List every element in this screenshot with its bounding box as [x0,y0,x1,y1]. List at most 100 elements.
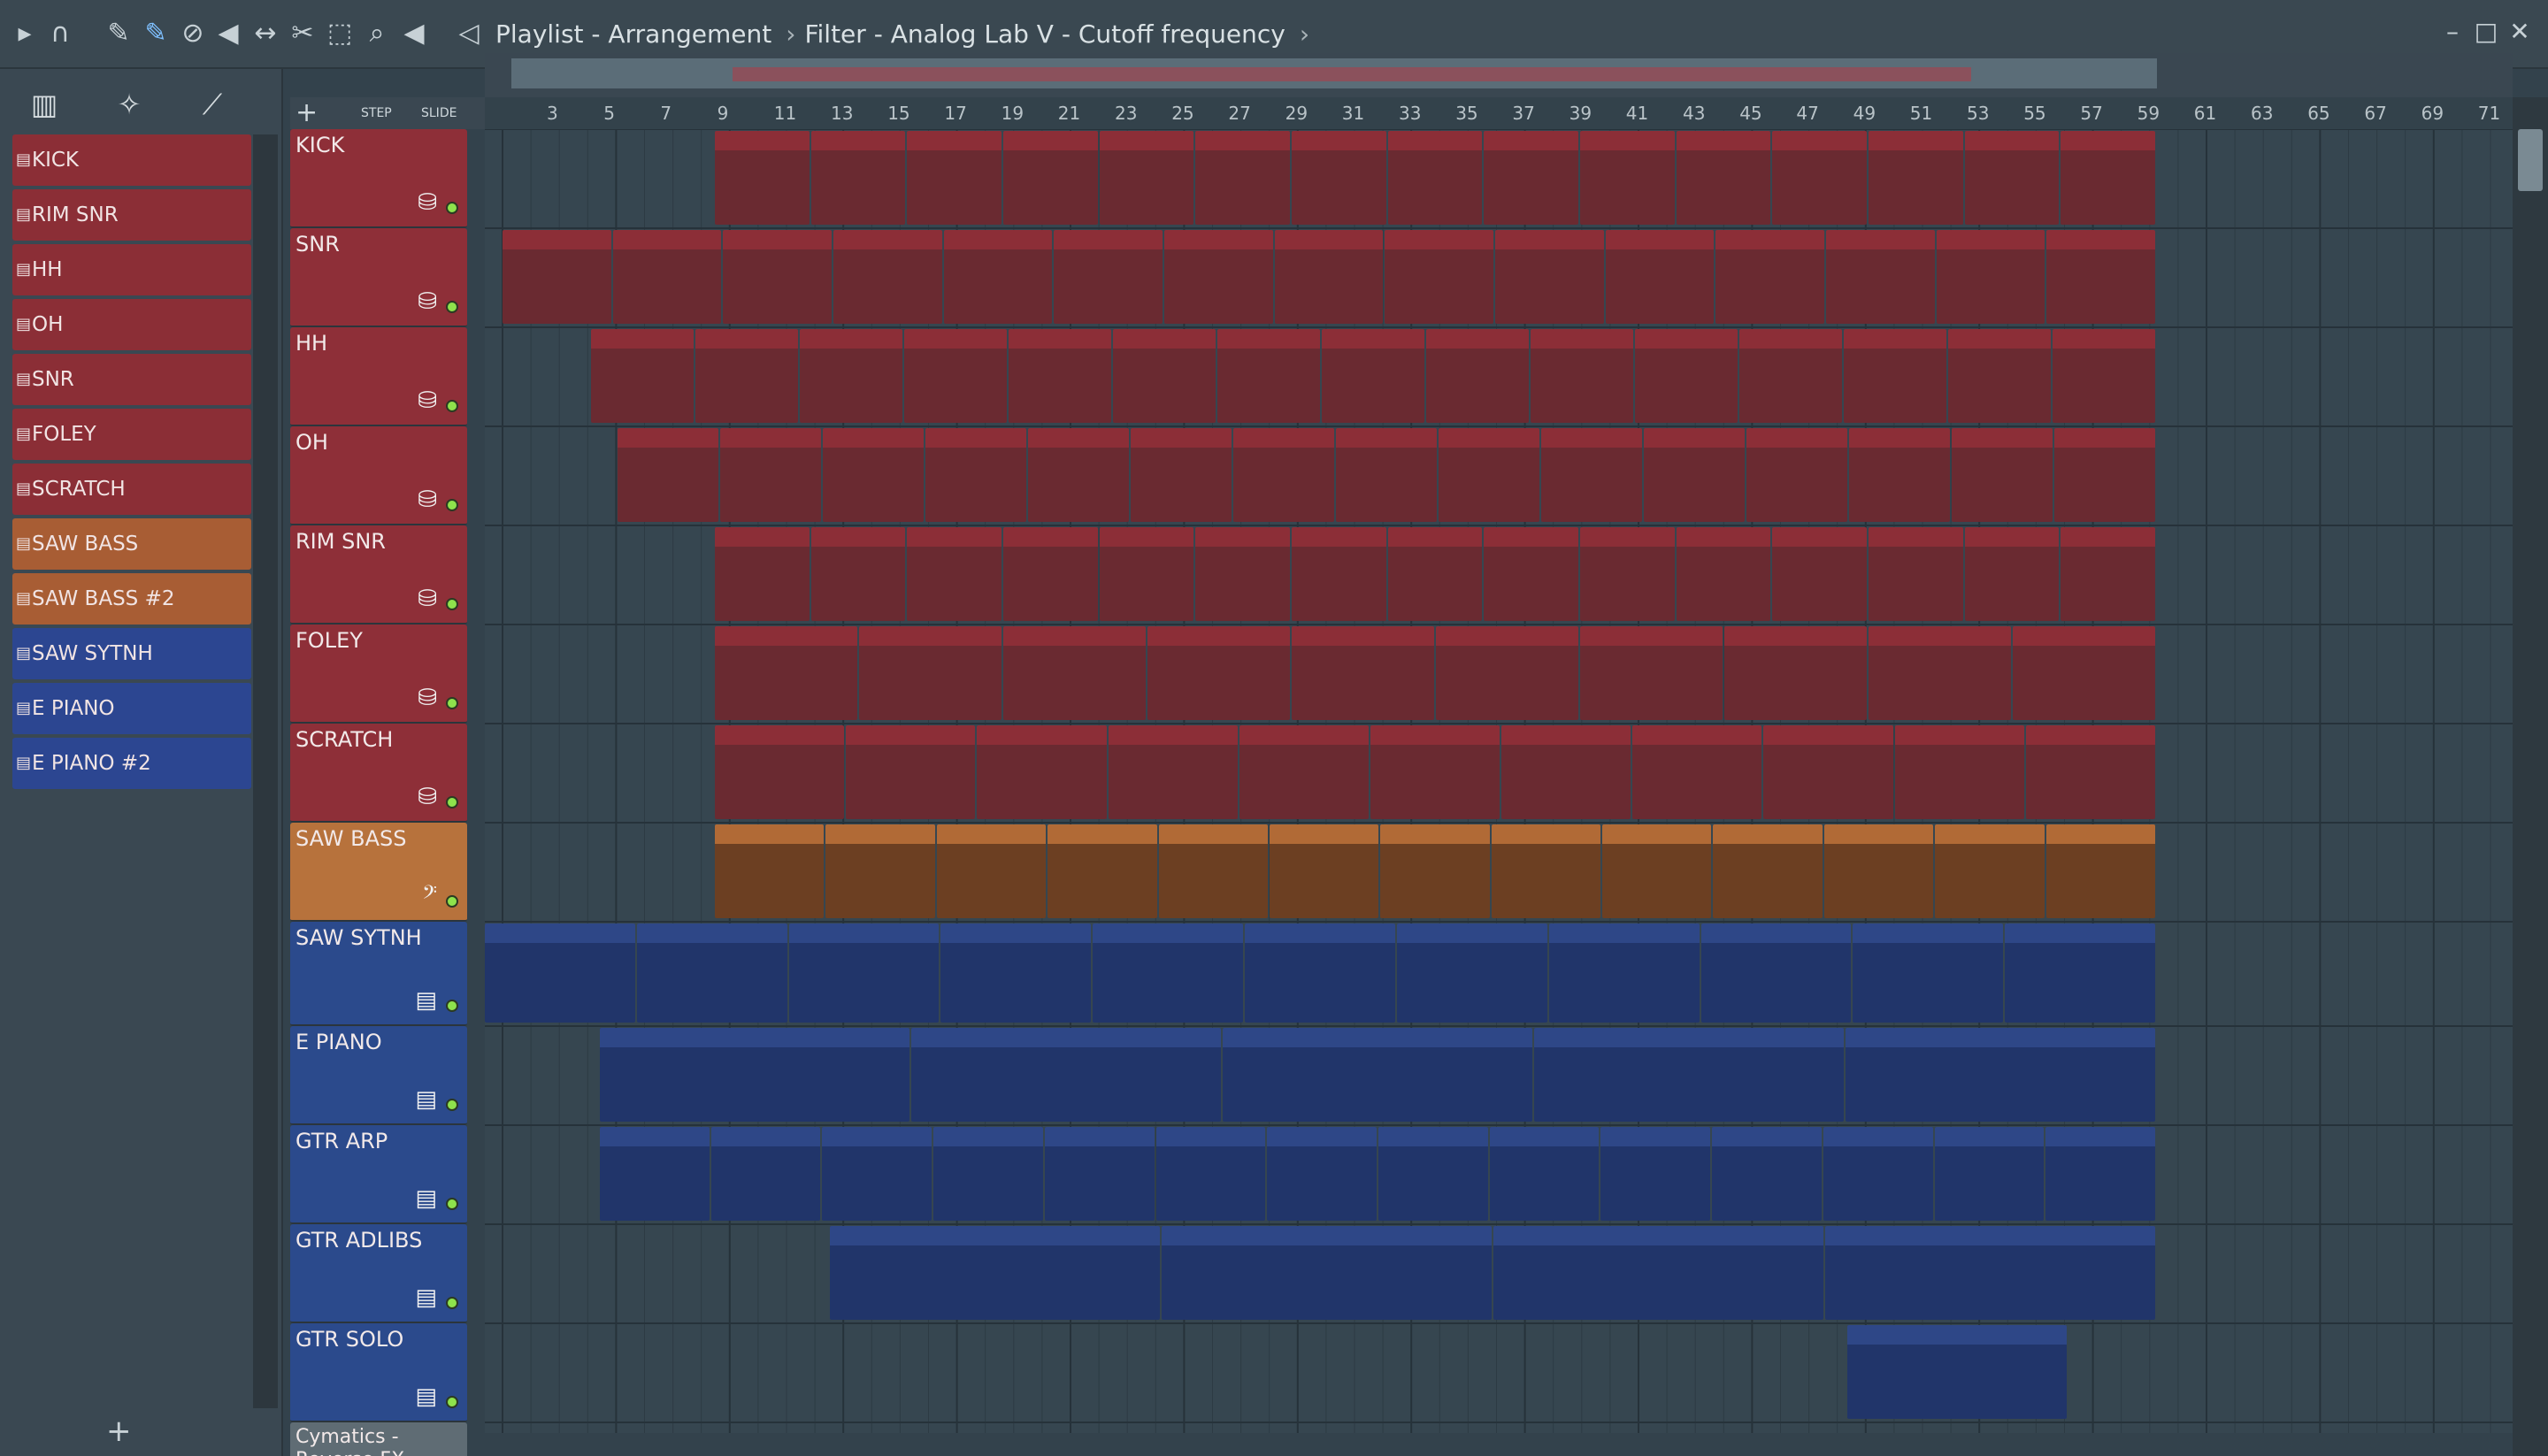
clip[interactable]: SAW SYTNH [1396,923,1547,1023]
clip[interactable] [907,131,1002,225]
clip[interactable]: HH [1844,329,1946,423]
pattern-item[interactable]: ▤ FOLEY [12,409,251,460]
clip[interactable]: OH [1644,428,1745,522]
pencil-icon[interactable]: ✎ [99,14,138,53]
clip[interactable]: HH [2053,329,2155,423]
clip[interactable]: OH [1028,428,1129,522]
clip[interactable]: HH [1531,329,1633,423]
clip[interactable]: SAW SYTNH [636,923,787,1023]
slice-icon[interactable]: ✂ [283,14,322,53]
track-header[interactable]: SAW BASS 𝄢 [290,823,467,922]
clip[interactable]: FOLEY [715,626,857,720]
clip[interactable]: HH [904,329,1007,423]
paint-icon[interactable]: ✎ [136,14,175,53]
clip[interactable]: SNR [1715,230,1824,324]
clip[interactable]: RIM SNR [1195,527,1290,621]
breadcrumb-item[interactable]: Playlist - Arrangement [495,19,771,49]
clip[interactable]: GTR ARP [600,1127,710,1221]
clip[interactable]: SCRATCH [1239,725,1369,819]
step-label[interactable]: STEP [361,106,392,120]
clip[interactable]: SCRATCH [1763,725,1893,819]
clip[interactable]: GTR ARP #2 [1044,1127,1155,1221]
clip[interactable]: SNR [1605,230,1715,324]
clip[interactable]: KICK [1387,131,1483,225]
track-enable-led[interactable] [446,400,458,412]
audio-icon[interactable]: ✧ [106,87,152,122]
clip[interactable]: KICK [1099,131,1194,225]
clip[interactable]: SNR [1385,230,1493,324]
clip[interactable]: KICK [1772,131,1867,225]
clip[interactable]: SAW SYTNH [485,923,635,1023]
clip[interactable]: SNR [1164,230,1273,324]
clip[interactable]: E PIANO [1846,1028,2155,1122]
clip[interactable]: OH [1849,428,1950,522]
clip[interactable]: OH [925,428,1026,522]
clip[interactable]: SAW..SS #2 [1158,824,1268,918]
track-header[interactable]: SCRATCH ⛁ [290,724,467,823]
clip[interactable] [907,527,1002,621]
slide-label[interactable]: SLIDE [421,106,457,120]
clip[interactable]: RIM SNR [1292,527,1386,621]
pattern-item[interactable]: ▤ E PIANO #2 [12,738,251,789]
clip[interactable]: GTR ARP [2045,1127,2155,1221]
clip[interactable]: SNR [1274,230,1384,324]
clip[interactable]: FOLEY [2013,626,2155,720]
clip[interactable]: OH [2054,428,2155,522]
track-header[interactable]: RIM SNR ⛁ [290,525,467,625]
clip[interactable]: RIM SNR [1964,527,2060,621]
clip[interactable]: SCRATCH [715,725,845,819]
clip[interactable]: FOLEY [1436,626,1578,720]
track-header[interactable]: FOLEY ⛁ [290,625,467,724]
track-enable-led[interactable] [446,202,458,214]
clip[interactable] [800,329,902,423]
track-header[interactable]: HH ⛁ [290,327,467,426]
clip[interactable]: SNR [612,230,722,324]
pattern-item[interactable]: ▤ SCRATCH [12,464,251,515]
clip[interactable]: SAW SYTNH [788,923,940,1023]
add-pattern-button[interactable]: + [106,1414,132,1449]
clip[interactable]: GTR ARP [1489,1127,1600,1221]
clip[interactable]: SCRATCH [1108,725,1238,819]
clip[interactable]: GTR ARP #2 [1712,1127,1822,1221]
mute-icon[interactable]: ◀ [209,14,248,53]
clip[interactable]: KICK [1484,131,1578,225]
pattern-item[interactable]: ▤ OH [12,299,251,350]
clip[interactable]: SAW BASS [825,824,935,918]
clip[interactable]: FOLEY [859,626,1002,720]
magnet-icon[interactable]: ∩ [41,14,80,53]
clip[interactable]: KICK [1292,131,1386,225]
clip[interactable]: OH [1746,428,1847,522]
clip[interactable]: OH [1439,428,1539,522]
automation-icon[interactable]: ⟋ [189,87,235,122]
track-header[interactable]: SNR ⛁ [290,228,467,327]
clip[interactable]: GTR..#2 [933,1127,1043,1221]
clip[interactable]: SCRATCH [1632,725,1762,819]
track-header[interactable]: SAW SYTNH ▤ [290,922,467,1026]
clip[interactable]: E PIANO #2 [1223,1028,1532,1122]
clip[interactable]: SAW BASS [1380,824,1490,918]
clip[interactable]: GTR ARP [822,1127,932,1221]
clip[interactable]: SCRATCH [977,725,1107,819]
clip[interactable]: SAW..SS #2 [1048,824,1157,918]
clip[interactable]: HH [1009,329,1111,423]
clip[interactable]: GTR ARP [1378,1127,1488,1221]
clip[interactable]: KICK [1195,131,1290,225]
clip[interactable]: GTR ARP [1155,1127,1266,1221]
track-enable-led[interactable] [446,895,458,908]
close-icon[interactable]: ✕ [2502,12,2537,51]
clip[interactable]: SNR [1054,230,1163,324]
clip[interactable]: HH [1426,329,1529,423]
piano-icon[interactable]: ▥ [21,87,67,122]
zoom-icon[interactable]: ⌕ [357,14,396,53]
clip[interactable]: HH [695,329,798,423]
track-header[interactable]: OH ⛁ [290,426,467,525]
arrangement-overview[interactable] [511,58,2157,88]
clip[interactable]: KICK [1580,131,1675,225]
vertical-scrollbar[interactable] [2513,97,2548,1456]
track-enable-led[interactable] [446,1396,458,1408]
clip[interactable]: KICK [1869,131,1963,225]
clip[interactable]: SAW..SS #2 [1713,824,1823,918]
track-header[interactable]: GTR ARP ▤ [290,1125,467,1224]
clip[interactable]: GTR..LIBS [830,1226,1160,1320]
clip[interactable]: SAW SYTNH [1093,923,1244,1023]
